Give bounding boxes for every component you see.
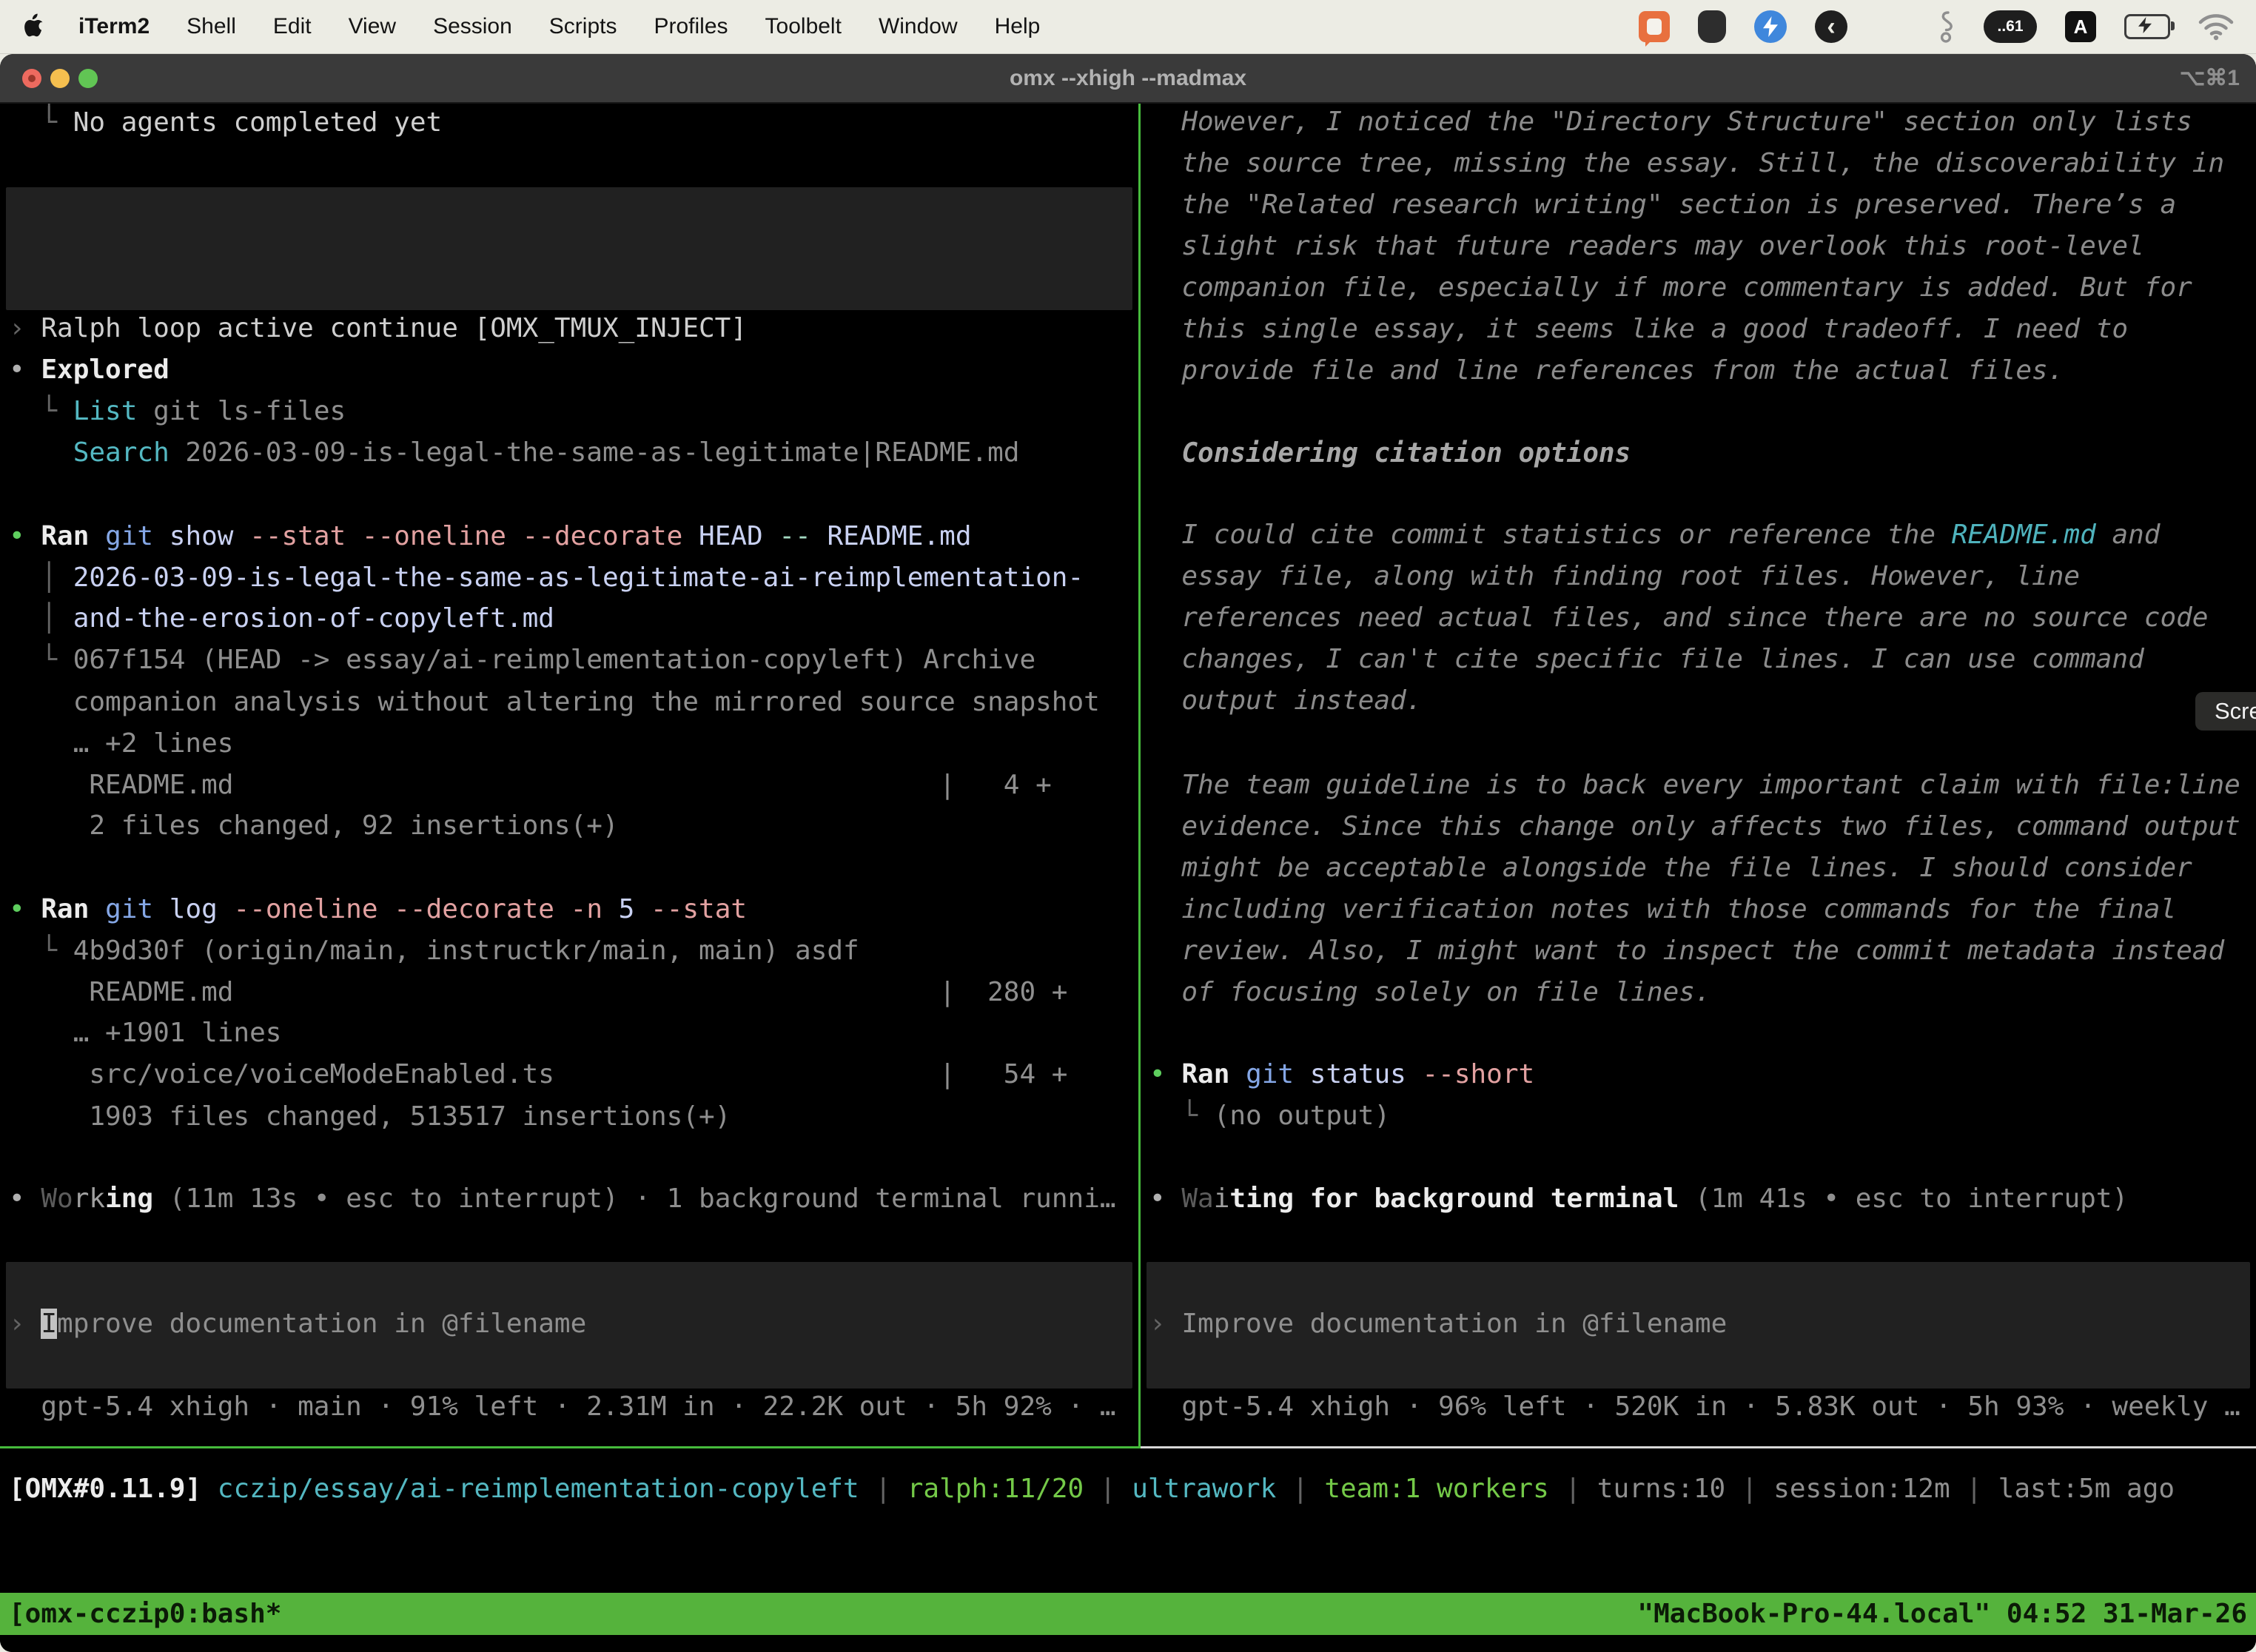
- terminal-line: gpt-5.4 xhigh · main · 91% left · 2.31M …: [9, 1386, 1116, 1428]
- menu-item-iterm2[interactable]: iTerm2: [78, 14, 150, 38]
- terminal-line: However, I noticed the "Directory Struct…: [1149, 104, 2192, 143]
- terminal-line: review. Also, I might want to inspect th…: [1149, 930, 2224, 972]
- battery-percent-badge[interactable]: ..61: [1984, 10, 2037, 43]
- menu-item-shell[interactable]: Shell: [187, 14, 236, 38]
- terminal-line: └ (no output): [1149, 1095, 1390, 1137]
- screen: iTerm2 Shell Edit View Session Scripts Profile…: [0, 0, 2256, 1652]
- window-shortcut: ⌥⌘1: [2180, 54, 2240, 102]
- grid-dots-icon[interactable]: [1876, 10, 1908, 43]
- menu-item-window[interactable]: Window: [879, 14, 958, 38]
- left-pane-bottom-border: [0, 1446, 1138, 1448]
- wifi-icon[interactable]: [2198, 13, 2234, 41]
- terminal-line: output instead.: [1149, 680, 1422, 722]
- terminal-line: slight risk that future readers may over…: [1149, 226, 2144, 267]
- terminal-line: │ 2026-03-09-is-legal-the-same-as-legiti…: [9, 557, 1084, 599]
- iterm-window: omx --xhigh --madmax ⌥⌘1 │ └ No agents c…: [0, 54, 2256, 1652]
- chevron-disc-icon[interactable]: ‹: [1815, 10, 1847, 43]
- terminal-line: of focusing solely on file lines.: [1149, 972, 1711, 1013]
- terminal-line: src/voice/voiceModeEnabled.ts | 54 +: [9, 1054, 1067, 1095]
- menu-item-session[interactable]: Session: [433, 14, 512, 38]
- terminal-line: README.md | 4 +: [9, 765, 1052, 806]
- menu-item-view[interactable]: View: [349, 14, 396, 38]
- battery-charging-icon[interactable]: [2124, 14, 2170, 39]
- shield-grid-icon[interactable]: [1698, 10, 1726, 43]
- terminal-area: │ └ No agents completed yet› Ralph loop …: [0, 104, 2256, 1652]
- terminal-line: the "Related research writing" section i…: [1149, 184, 2176, 226]
- terminal-line: └ List git ls-files: [9, 391, 346, 432]
- right-agent-pane[interactable]: However, I noticed the "Directory Struct…: [1141, 104, 2256, 1448]
- tmux-host-clock: "MacBook-Pro-44.local" 04:52 31-Mar-26: [1637, 1599, 2247, 1629]
- pane-divider-vertical[interactable]: [1138, 104, 1141, 1448]
- left-agent-pane[interactable]: │ └ No agents completed yet› Ralph loop …: [0, 104, 1138, 1448]
- terminal-line: this single essay, it seems like a good …: [1149, 309, 2128, 350]
- terminal-line: the source tree, missing the essay. Stil…: [1149, 143, 2224, 184]
- terminal-line: › Ralph loop active continue [OMX_TMUX_I…: [9, 308, 747, 349]
- terminal-line: The team guideline is to back every impo…: [1149, 765, 2240, 806]
- terminal-line: • Working (11m 13s • esc to interrupt) ·…: [9, 1178, 1116, 1220]
- menu-item-toolbelt[interactable]: Toolbelt: [765, 14, 842, 38]
- terminal-line: README.md | 280 +: [9, 972, 1067, 1013]
- terminal-line: companion file, especially if more comme…: [1149, 267, 2192, 309]
- terminal-line: └ 4b9d30f (origin/main, instructkr/main,…: [9, 930, 859, 972]
- terminal-line: provide file and line references from th…: [1149, 350, 2064, 392]
- terminal-line: Considering citation options: [1149, 433, 1631, 474]
- terminal-line: evidence. Since this change only affects…: [1149, 806, 2240, 847]
- menu-items: iTerm2 Shell Edit View Session Scripts Profile…: [78, 14, 1077, 39]
- terminal-line: 2 files changed, 92 insertions(+): [9, 805, 619, 847]
- terminal-line: • Explored: [9, 349, 169, 391]
- terminal-line: … +1901 lines: [9, 1013, 281, 1054]
- tmux-session-label: [omx-cczip0:bash*: [9, 1599, 281, 1629]
- menu-item-profiles[interactable]: Profiles: [654, 14, 728, 38]
- apple-menu-icon[interactable]: [22, 13, 44, 40]
- terminal-line: • Ran git log --oneline --decorate -n 5 …: [9, 889, 747, 930]
- terminal-line: [OMX#0.11.9] cczip/essay/ai-reimplementa…: [9, 1468, 2175, 1510]
- terminal-line: Search 2026-03-09-is-legal-the-same-as-l…: [9, 432, 1019, 474]
- terminal-line: … +2 lines: [9, 723, 233, 765]
- terminal-line: might be acceptable alongside the file l…: [1149, 847, 2192, 889]
- menu-item-edit[interactable]: Edit: [273, 14, 312, 38]
- terminal-line: references need actual files, and since …: [1149, 597, 2208, 639]
- ralph-loop-box: [6, 187, 1132, 310]
- menu-item-scripts[interactable]: Scripts: [549, 14, 617, 38]
- terminal-line: I could cite commit statistics or refere…: [1149, 514, 2160, 556]
- screen-overlay-badge[interactable]: Scre: [2195, 692, 2256, 731]
- terminal-line: changes, I can't cite specific file line…: [1149, 639, 2144, 680]
- terminal-line: │ and-the-erosion-of-copyleft.md: [9, 598, 554, 639]
- input-source-icon[interactable]: A: [2065, 11, 2096, 42]
- title-bar[interactable]: omx --xhigh --madmax ⌥⌘1: [0, 54, 2256, 104]
- terminal-line: companion analysis without altering the …: [9, 682, 1100, 723]
- terminal-line: 1903 files changed, 513517 insertions(+): [9, 1096, 731, 1138]
- terminal-line: › Improve documentation in @filename: [9, 1303, 586, 1345]
- chat-app-icon[interactable]: [1639, 11, 1670, 42]
- terminal-line: essay file, along with finding root file…: [1149, 556, 2080, 597]
- terminal-line: • Ran git show --stat --oneline --decora…: [9, 516, 972, 557]
- menu-status-icons: ‹ ..61 A: [1639, 10, 2234, 44]
- window-title: omx --xhigh --madmax: [0, 54, 2256, 102]
- terminal-line: including verification notes with those …: [1149, 889, 2176, 930]
- screen-overlay-label: Scre: [2215, 698, 2256, 725]
- terminal-line: └ 067f154 (HEAD -> essay/ai-reimplementa…: [9, 639, 1035, 681]
- right-pane-bottom-border: [1141, 1446, 2256, 1448]
- bolt-badge-icon[interactable]: [1754, 10, 1787, 43]
- menu-bar: iTerm2 Shell Edit View Session Scripts Profile…: [0, 0, 2256, 54]
- menu-item-help[interactable]: Help: [995, 14, 1041, 38]
- terminal-line: • Waiting for background terminal (1m 41…: [1149, 1178, 2128, 1220]
- terminal-line: gpt-5.4 xhigh · 96% left · 520K in · 5.8…: [1149, 1386, 2240, 1428]
- tmux-status-bar: [omx-cczip0:bash* "MacBook-Pro-44.local"…: [0, 1593, 2256, 1635]
- terminal-line: └ No agents completed yet: [9, 104, 442, 144]
- terminal-line: › Improve documentation in @filename: [1149, 1303, 1727, 1345]
- squiggle-icon[interactable]: [1936, 10, 1955, 44]
- terminal-line: • Ran git status --short: [1149, 1054, 1534, 1095]
